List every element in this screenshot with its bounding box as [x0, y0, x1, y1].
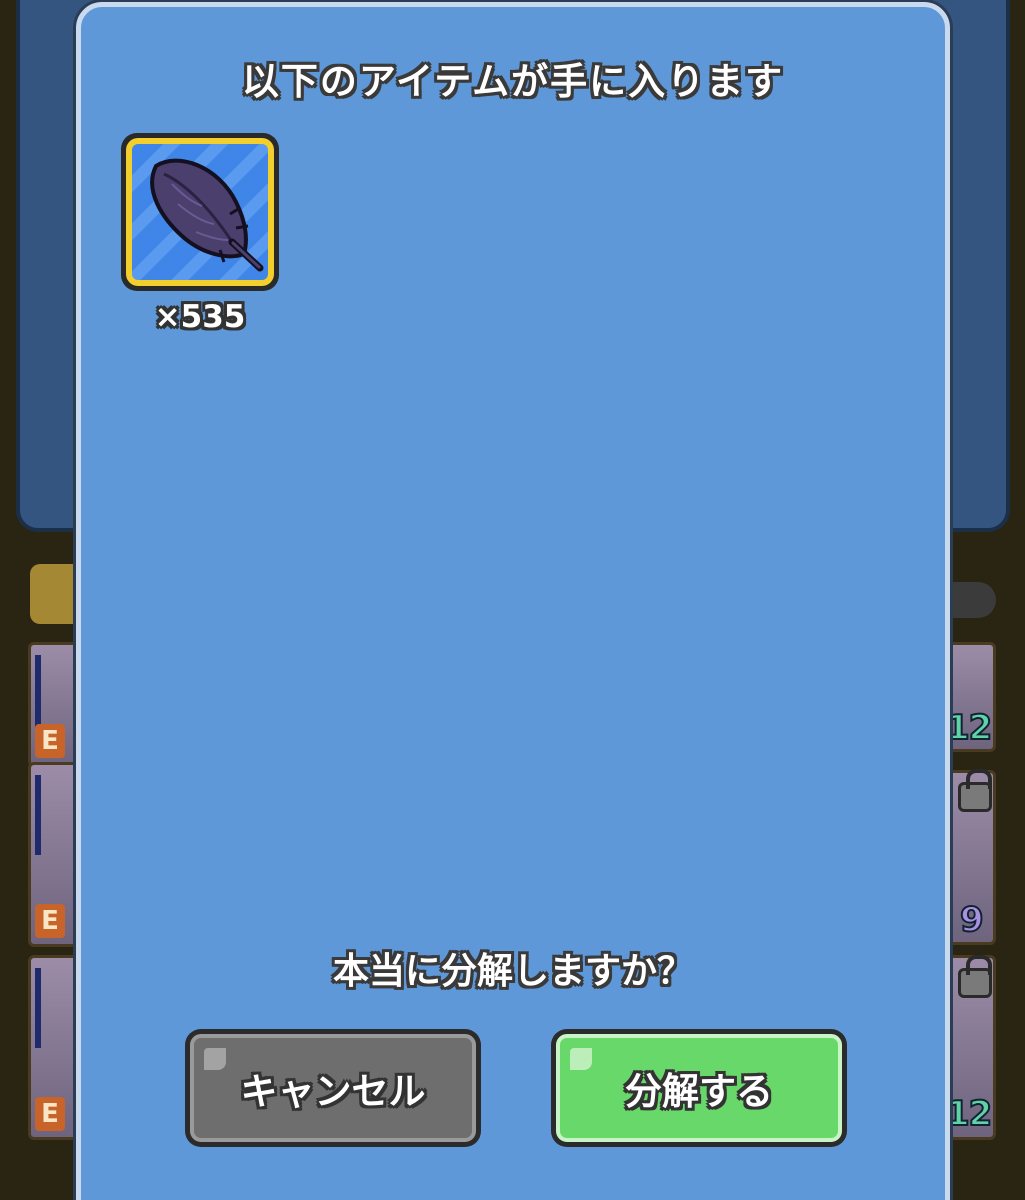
cancel-button-label: キャンセル	[190, 1034, 476, 1142]
unit-rank-badge: E	[35, 724, 65, 758]
background-level-number: 12	[945, 707, 993, 749]
feather-icon	[150, 158, 264, 272]
unit-rank-badge: E	[35, 904, 65, 938]
background-level-number: 9	[959, 899, 985, 941]
dialog-title: 以下のアイテムが手に入ります	[241, 60, 785, 103]
confirm-message: 本当に分解しますか？	[332, 951, 693, 992]
item-quantity: ×535	[154, 299, 246, 335]
unit-rank-badge: E	[35, 1097, 65, 1131]
decompose-button[interactable]: 分解する	[551, 1029, 847, 1147]
lock-icon	[958, 769, 992, 812]
decompose-dialog: 以下のアイテムが手に入ります ×535 本当に分解しますか？ キャンセル 分解す…	[76, 2, 950, 1200]
decompose-button-label: 分解する	[556, 1034, 842, 1142]
background-level-number: 12	[945, 1093, 993, 1135]
reward-item-slot[interactable]	[121, 133, 279, 291]
cancel-button[interactable]: キャンセル	[185, 1029, 481, 1147]
lock-icon	[958, 955, 992, 998]
